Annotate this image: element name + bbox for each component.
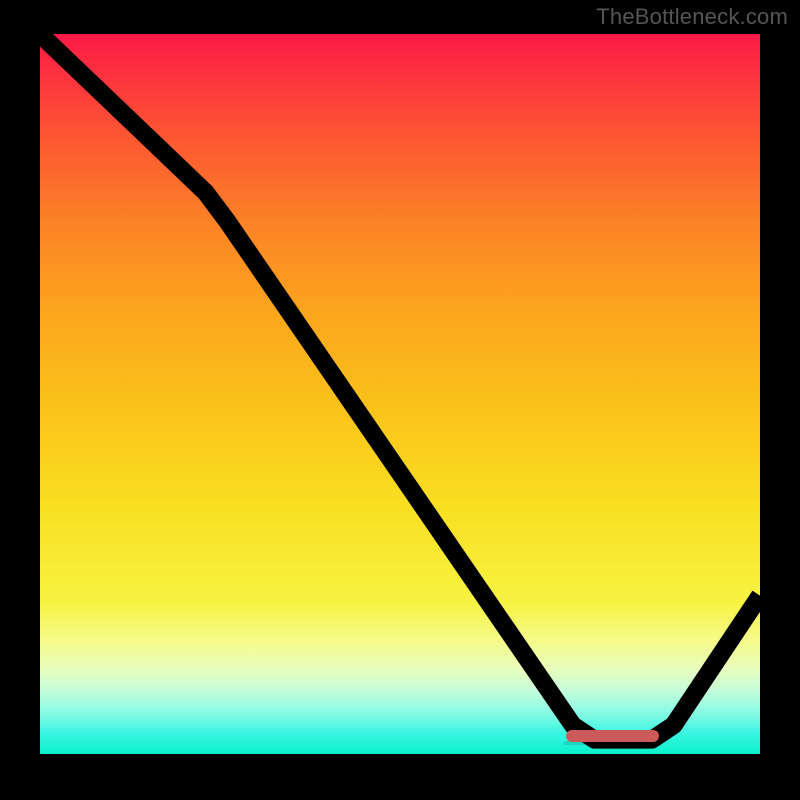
chart-plot-area <box>40 34 760 754</box>
curve-path <box>40 34 760 740</box>
bottleneck-curve <box>40 34 760 754</box>
watermark-text: TheBottleneck.com <box>596 4 788 30</box>
optimal-range-marker <box>566 730 660 742</box>
